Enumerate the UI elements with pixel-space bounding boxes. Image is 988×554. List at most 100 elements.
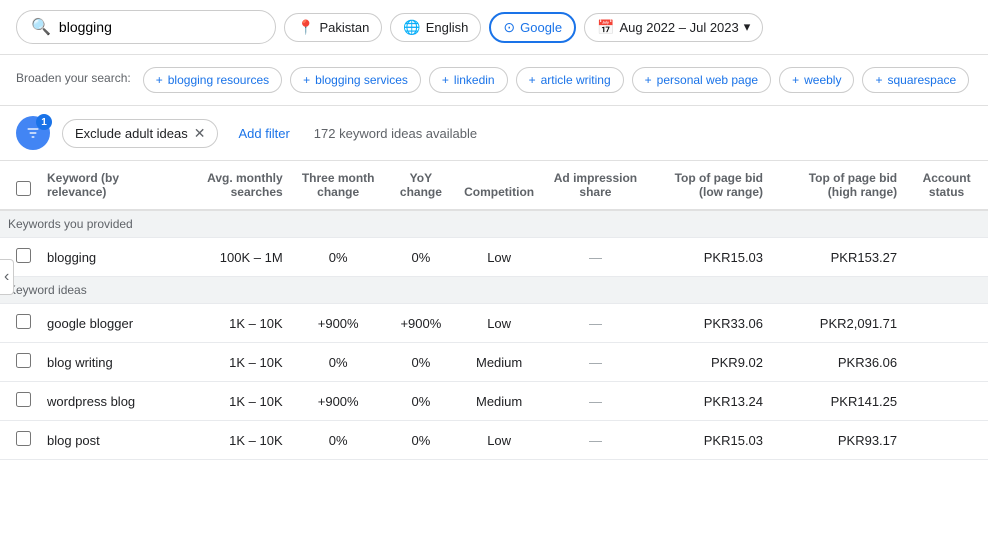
row-checkbox-cell[interactable] <box>0 304 39 343</box>
account-status-cell <box>905 304 988 343</box>
th-keyword: Keyword (by relevance) <box>39 161 184 210</box>
section-ideas-label: Keyword ideas <box>0 277 988 304</box>
plus-icon-2: + <box>442 73 449 87</box>
search-input[interactable] <box>59 19 261 35</box>
plus-icon-5: + <box>792 73 799 87</box>
engine-chip[interactable]: ⊙ Google <box>489 12 576 43</box>
add-filter-button[interactable]: Add filter <box>230 121 297 146</box>
language-chip[interactable]: 🌐 English <box>390 13 481 42</box>
bid-low-cell: PKR13.24 <box>649 382 771 421</box>
search-input-wrap[interactable]: 🔍 <box>16 10 276 44</box>
th-avg-monthly: Avg. monthly searches <box>184 161 290 210</box>
section-provided-label: Keywords you provided <box>0 210 988 238</box>
three-month-cell: +900% <box>291 382 386 421</box>
account-status-cell <box>905 382 988 421</box>
th-three-month: Three month change <box>291 161 386 210</box>
broaden-chip-6[interactable]: + squarespace <box>862 67 969 93</box>
broaden-chip-label-4: personal web page <box>657 73 758 87</box>
left-panel-toggle[interactable]: ‹ <box>0 259 14 295</box>
yoy-cell: 0% <box>386 421 456 460</box>
search-icon: 🔍 <box>31 17 51 37</box>
filter-button[interactable]: 1 <box>16 116 50 150</box>
table-row: wordpress blog 1K – 10K +900% 0% Medium … <box>0 382 988 421</box>
three-month-cell: 0% <box>291 421 386 460</box>
competition-cell: Low <box>456 238 542 277</box>
row-checkbox-cell[interactable] <box>0 343 39 382</box>
three-month-cell: 0% <box>291 238 386 277</box>
row-checkbox[interactable] <box>16 353 31 368</box>
avg-monthly-cell: 1K – 10K <box>184 382 290 421</box>
th-competition: Competition <box>456 161 542 210</box>
table-header-row: Keyword (by relevance) Avg. monthly sear… <box>0 161 988 210</box>
yoy-cell: 0% <box>386 238 456 277</box>
filter-bar: 1 Exclude adult ideas ✕ Add filter 172 k… <box>0 106 988 161</box>
ad-impression-cell: — <box>542 343 649 382</box>
th-bid-high: Top of page bid (high range) <box>771 161 905 210</box>
avg-monthly-cell: 1K – 10K <box>184 421 290 460</box>
keyword-cell: blog writing <box>39 343 184 382</box>
bid-high-cell: PKR93.17 <box>771 421 905 460</box>
date-range-label: Aug 2022 – Jul 2023 <box>619 20 738 35</box>
broaden-label: Broaden your search: <box>16 67 131 85</box>
chevron-left-icon: ‹ <box>4 268 9 285</box>
row-checkbox-cell[interactable] <box>0 421 39 460</box>
keyword-table: Keyword (by relevance) Avg. monthly sear… <box>0 161 988 460</box>
broaden-chip-label-2: linkedin <box>454 73 495 87</box>
row-checkbox-cell[interactable] <box>0 382 39 421</box>
row-checkbox[interactable] <box>16 314 31 329</box>
ad-impression-cell: — <box>542 304 649 343</box>
select-all-checkbox[interactable] <box>16 181 31 196</box>
broaden-chip-3[interactable]: + article writing <box>516 67 624 93</box>
plus-icon-1: + <box>303 73 310 87</box>
location-icon: 📍 <box>297 19 314 36</box>
keyword-cell: blogging <box>39 238 184 277</box>
location-label: Pakistan <box>319 20 369 35</box>
language-icon: 🌐 <box>403 19 420 36</box>
broaden-chip-1[interactable]: + blogging services <box>290 67 421 93</box>
broaden-chip-5[interactable]: + weebly <box>779 67 854 93</box>
row-checkbox[interactable] <box>16 392 31 407</box>
account-status-cell <box>905 343 988 382</box>
broaden-chip-label-0: blogging resources <box>168 73 269 87</box>
date-dropdown-icon: ▾ <box>744 19 751 35</box>
plus-icon-4: + <box>645 73 652 87</box>
bid-high-cell: PKR36.06 <box>771 343 905 382</box>
plus-icon-6: + <box>875 73 882 87</box>
account-status-cell <box>905 238 988 277</box>
date-range-chip[interactable]: 📅 Aug 2022 – Jul 2023 ▾ <box>584 13 763 42</box>
broaden-chip-0[interactable]: + blogging resources <box>143 67 282 93</box>
table-row: blog writing 1K – 10K 0% 0% Medium — PKR… <box>0 343 988 382</box>
bid-high-cell: PKR153.27 <box>771 238 905 277</box>
yoy-cell: 0% <box>386 343 456 382</box>
yoy-cell: 0% <box>386 382 456 421</box>
ad-impression-cell: — <box>542 421 649 460</box>
th-bid-low: Top of page bid (low range) <box>649 161 771 210</box>
exclude-label: Exclude adult ideas <box>75 126 188 141</box>
competition-cell: Medium <box>456 343 542 382</box>
account-status-cell <box>905 421 988 460</box>
section-provided-row: Keywords you provided <box>0 210 988 238</box>
search-bar: 🔍 📍 Pakistan 🌐 English ⊙ Google 📅 Aug 20… <box>0 0 988 55</box>
row-checkbox[interactable] <box>16 431 31 446</box>
bid-high-cell: PKR2,091.71 <box>771 304 905 343</box>
three-month-cell: +900% <box>291 304 386 343</box>
broaden-chip-4[interactable]: + personal web page <box>632 67 771 93</box>
ad-impression-cell: — <box>542 238 649 277</box>
bid-low-cell: PKR15.03 <box>649 238 771 277</box>
ideas-count: 172 keyword ideas available <box>314 126 477 141</box>
exclude-close-icon[interactable]: ✕ <box>194 125 206 142</box>
location-chip[interactable]: 📍 Pakistan <box>284 13 382 42</box>
avg-monthly-cell: 1K – 10K <box>184 343 290 382</box>
table-row: google blogger 1K – 10K +900% +900% Low … <box>0 304 988 343</box>
filter-badge: 1 <box>36 114 52 130</box>
broaden-chip-2[interactable]: + linkedin <box>429 67 508 93</box>
avg-monthly-cell: 1K – 10K <box>184 304 290 343</box>
exclude-adult-chip[interactable]: Exclude adult ideas ✕ <box>62 119 218 148</box>
select-all-header[interactable] <box>0 161 39 210</box>
language-label: English <box>426 20 469 35</box>
engine-label: Google <box>520 20 562 35</box>
row-checkbox[interactable] <box>16 248 31 263</box>
plus-icon-3: + <box>529 73 536 87</box>
competition-cell: Low <box>456 421 542 460</box>
bid-low-cell: PKR9.02 <box>649 343 771 382</box>
